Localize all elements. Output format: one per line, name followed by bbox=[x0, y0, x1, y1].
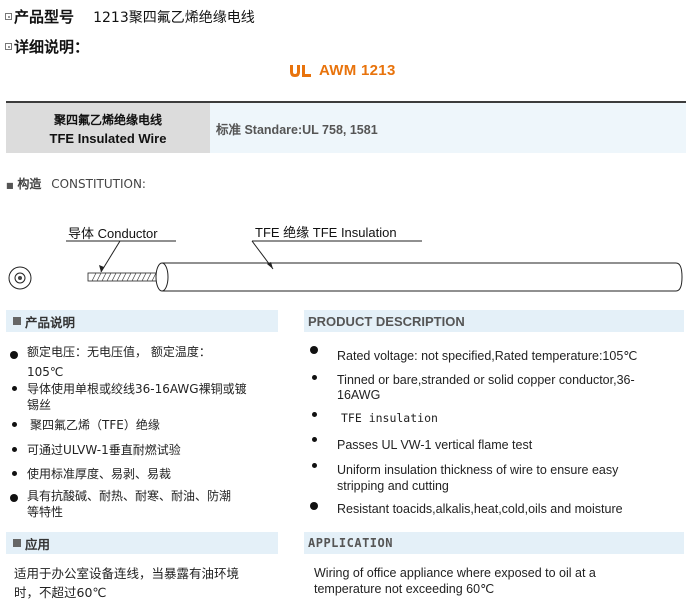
spec-standard-cell: 标准 Standare:UL 758, 1581 bbox=[210, 103, 686, 153]
desc-cn-item: 额定电压：无电压值， 额定温度： bbox=[27, 345, 211, 359]
construction-heading: ■ 构造 CONSTITUTION: bbox=[6, 175, 146, 192]
bullet-square-icon bbox=[5, 43, 12, 50]
app-cn-header: 应用 bbox=[6, 532, 278, 554]
bullet-icon bbox=[10, 494, 18, 502]
desc-en-item: Passes UL VW-1 vertical flame test bbox=[337, 438, 533, 452]
app-cn-line: 适用于办公室设备连线，当暴露有油环境 bbox=[14, 566, 240, 581]
bullet-icon bbox=[12, 471, 17, 476]
insulation-label: TFE 绝缘 TFE Insulation bbox=[255, 225, 397, 240]
spec-standard: 标准 Standare:UL 758, 1581 bbox=[216, 122, 378, 137]
bullet-icon bbox=[12, 447, 17, 452]
desc-en-item: 16AWG bbox=[337, 388, 381, 402]
insulation-end bbox=[155, 262, 169, 292]
bullet-icon bbox=[312, 437, 317, 442]
cross-section-core bbox=[18, 276, 22, 280]
app-en-line: Wiring of office appliance where exposed… bbox=[314, 566, 596, 580]
conductor-label: 导体 Conductor bbox=[68, 226, 158, 241]
app-en-line: temperature not exceeding 60℃ bbox=[314, 582, 495, 596]
bullet-icon bbox=[10, 351, 18, 359]
desc-en-item: TFE insulation bbox=[341, 411, 438, 425]
bullet-icon bbox=[12, 422, 17, 427]
app-en-title: APPLICATION bbox=[308, 536, 393, 550]
spec-name-cn: 聚四氟乙烯绝缘电线 bbox=[53, 112, 162, 127]
bullet-icon bbox=[310, 502, 318, 510]
desc-cn-item: 105℃ bbox=[27, 365, 64, 379]
section-square-icon bbox=[13, 317, 21, 325]
desc-cn-header: 产品说明 bbox=[6, 310, 278, 332]
insulation-tube bbox=[162, 262, 683, 292]
small-square-icon: ■ bbox=[6, 181, 14, 190]
desc-en-item: Resistant toacids,alkalis,heat,cold,oils… bbox=[337, 502, 623, 516]
ul-mark-icon bbox=[290, 64, 311, 77]
section-square-icon bbox=[13, 539, 21, 547]
spec-name-en: TFE Insulated Wire bbox=[49, 130, 167, 146]
desc-cn-item: 使用标准厚度、易剥、易裁 bbox=[27, 467, 172, 481]
model-value: 1213聚四氟乙烯绝缘电线 bbox=[93, 10, 255, 26]
desc-en-item: stripping and cutting bbox=[337, 479, 449, 493]
desc-cn-item: 可通过ULVW-1垂直耐燃试验 bbox=[27, 443, 181, 457]
bullet-icon bbox=[310, 346, 318, 354]
desc-en-item: Uniform insulation thickness of wire to … bbox=[337, 463, 619, 477]
model-label: 产品型号 bbox=[14, 8, 75, 26]
construction-title-en: CONSTITUTION: bbox=[51, 177, 146, 191]
construction-title: 构造 bbox=[17, 177, 42, 191]
bullet-square-icon bbox=[5, 13, 12, 20]
spec-name-cell: 聚四氟乙烯绝缘电线 TFE Insulated Wire bbox=[6, 103, 210, 153]
app-cn-title: 应用 bbox=[25, 536, 51, 552]
awm-cert-logo: AWM 1213 bbox=[288, 62, 396, 79]
desc-en-title: PRODUCT DESCRIPTION bbox=[308, 313, 465, 329]
product-model-row: 产品型号 1213聚四氟乙烯绝缘电线 bbox=[5, 6, 255, 27]
desc-cn-item: 具有抗酸碱、耐热、耐寒、耐油、防潮 bbox=[27, 489, 232, 503]
bullet-icon bbox=[312, 412, 317, 417]
desc-en-item: Tinned or bare,stranded or solid copper … bbox=[337, 373, 635, 387]
desc-cn-item: 锡丝 bbox=[27, 398, 52, 412]
desc-cn-item: 聚四氟乙烯（TFE）绝缘 bbox=[30, 418, 160, 432]
app-en-header: APPLICATION bbox=[304, 532, 684, 554]
bullet-icon bbox=[312, 463, 317, 468]
awm-text: AWM 1213 bbox=[319, 62, 396, 79]
bullet-icon bbox=[312, 375, 317, 380]
detail-label: 详细说明： bbox=[14, 38, 90, 56]
desc-cn-item: 等特性 bbox=[27, 505, 64, 519]
desc-en-item: Rated voltage: not specified,Rated tempe… bbox=[337, 349, 638, 363]
desc-cn-item: 导体使用单根或绞线36-16AWG裸铜或镀 bbox=[27, 382, 247, 396]
desc-en-header: PRODUCT DESCRIPTION bbox=[304, 310, 684, 332]
bullet-icon bbox=[12, 386, 17, 391]
desc-cn-title: 产品说明 bbox=[25, 314, 76, 330]
detail-row: 详细说明： bbox=[5, 36, 89, 57]
app-cn-line: 时，不超过60℃ bbox=[14, 585, 107, 600]
